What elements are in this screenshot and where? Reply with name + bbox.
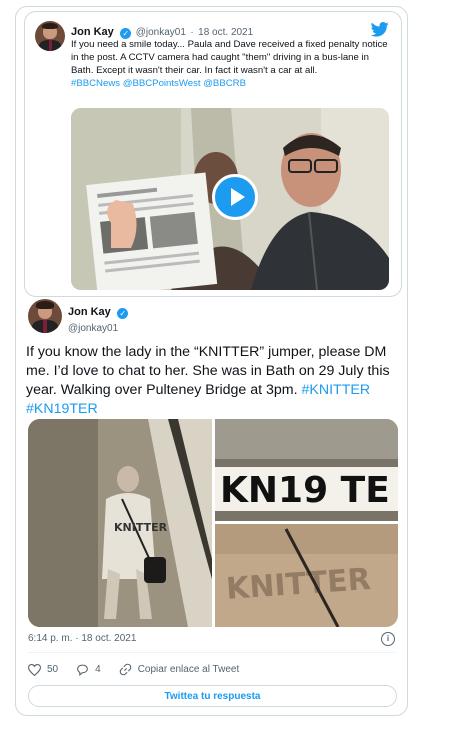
- reply-count-button[interactable]: 4: [76, 664, 101, 676]
- photo-grid: KNITTER KN19 TE KNITTER: [28, 419, 398, 627]
- info-icon[interactable]: i: [381, 632, 395, 646]
- copy-link-button[interactable]: Copiar enlace al Tweet: [119, 663, 240, 676]
- jumper-text: KNITTER: [114, 521, 168, 534]
- cctv-photo[interactable]: KNITTER: [28, 419, 212, 627]
- reply-count: 4: [95, 664, 101, 675]
- verified-badge-icon: ✓: [117, 308, 129, 319]
- like-count: 50: [47, 664, 59, 675]
- video-thumbnail[interactable]: [71, 108, 389, 290]
- hashtag-knitter[interactable]: #KNITTER: [302, 382, 371, 398]
- license-plate-photo[interactable]: KN19 TE: [215, 419, 398, 521]
- heart-icon: [28, 663, 41, 676]
- like-button[interactable]: 50: [28, 663, 59, 676]
- author-avatar[interactable]: [28, 299, 62, 333]
- tweet-text: If you know the lady in the “KNITTER” ju…: [26, 343, 396, 419]
- plate-text: KN19 TE: [220, 470, 390, 511]
- quoted-hashtags[interactable]: #BBCNews @BBCPointsWest @BBCRB: [71, 78, 246, 89]
- quoted-tweet-text: If you need a smile today... Paula and D…: [71, 38, 391, 90]
- jumper-closeup-photo[interactable]: KNITTER: [215, 524, 398, 627]
- separator: ·: [190, 27, 194, 38]
- link-icon: [119, 663, 131, 676]
- tweet-timestamp[interactable]: 6:14 p. m. · 18 oct. 2021: [28, 633, 136, 644]
- tweet-card: Jon Kay ✓ @jonkay01 · 18 oct. 2021 If yo…: [15, 6, 408, 716]
- copy-link-label: Copiar enlace al Tweet: [137, 664, 240, 675]
- tweet-photos: KNITTER KN19 TE KNITTER: [28, 419, 398, 627]
- quoted-handle[interactable]: @jonkay01: [136, 27, 186, 38]
- quoted-date[interactable]: 18 oct. 2021: [198, 27, 253, 38]
- action-bar: 50 4 Copiar enlace al Tweet: [28, 663, 257, 676]
- divider: [28, 652, 395, 653]
- author-name[interactable]: Jon Kay: [68, 306, 111, 318]
- author-handle[interactable]: @jonkay01: [68, 323, 128, 334]
- quoted-body: If you need a smile today... Paula and D…: [71, 39, 388, 76]
- comment-icon: [77, 664, 89, 676]
- quoted-author-name[interactable]: Jon Kay: [71, 26, 114, 38]
- quoted-tweet[interactable]: Jon Kay ✓ @jonkay01 · 18 oct. 2021 If yo…: [24, 11, 402, 297]
- hashtag-kn19ter[interactable]: #KN19TER: [26, 401, 98, 417]
- author-info: Jon Kay ✓ @jonkay01: [68, 302, 129, 334]
- play-icon[interactable]: [212, 174, 258, 220]
- reply-button[interactable]: Twittea tu respuesta: [28, 685, 397, 707]
- quoted-avatar[interactable]: [35, 21, 65, 51]
- twitter-bird-icon[interactable]: [371, 22, 389, 37]
